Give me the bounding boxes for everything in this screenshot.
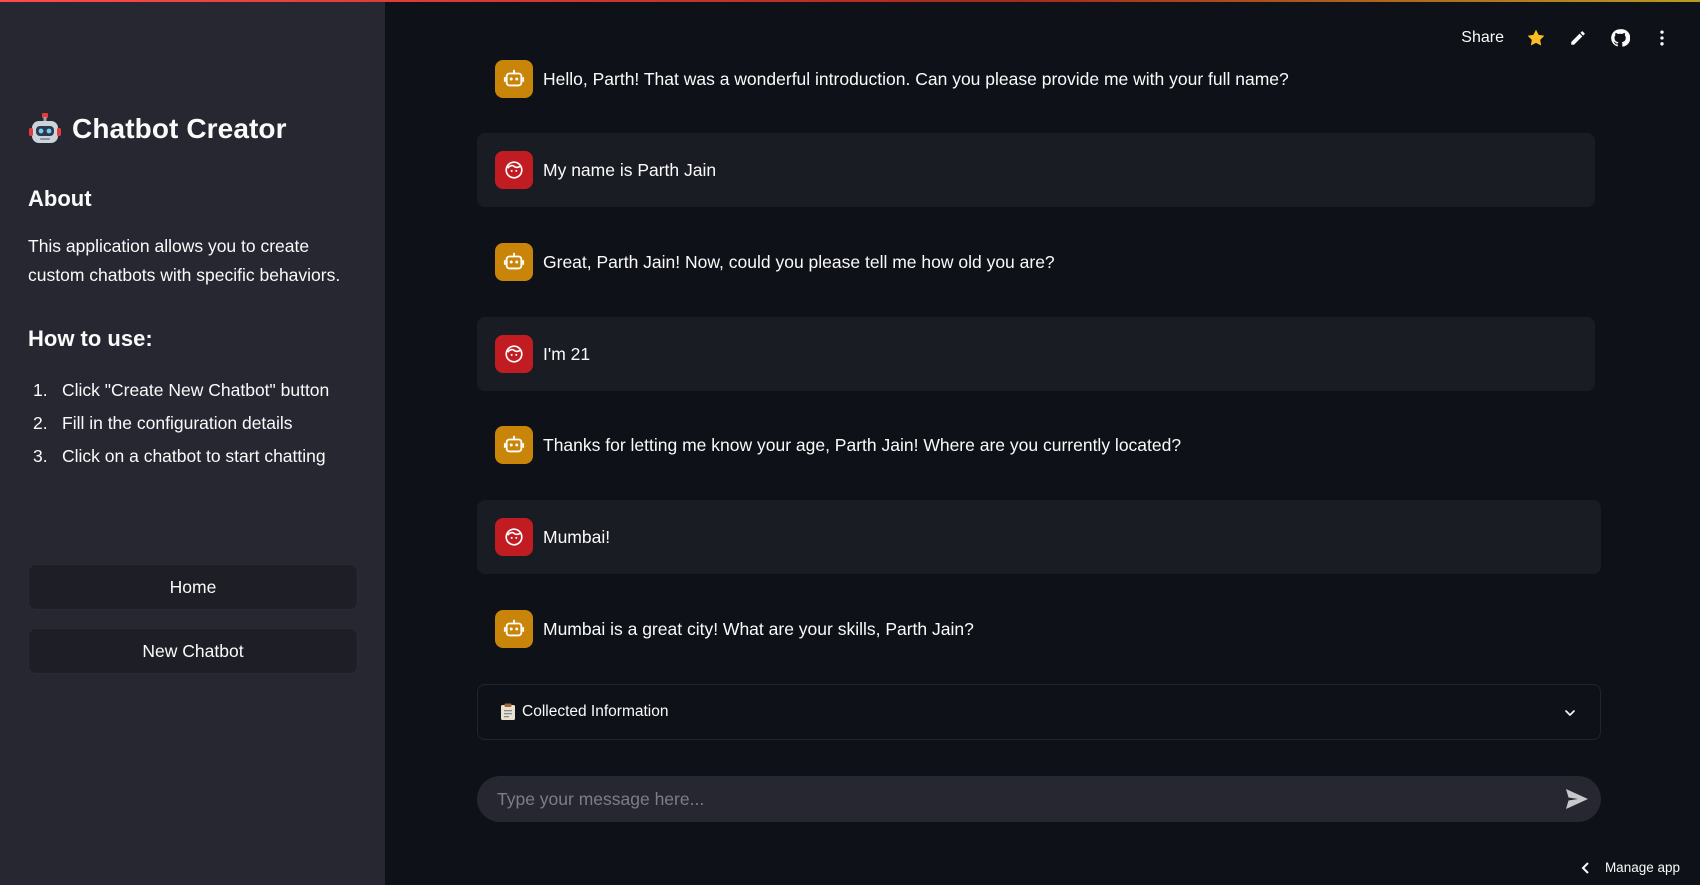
chat-message-user: Mumbai! <box>477 500 1601 574</box>
message-text: Hello, Parth! That was a wonderful intro… <box>543 68 1289 89</box>
list-item: 1. Click "Create New Chatbot" button <box>28 376 329 409</box>
chat-input-container <box>477 776 1601 822</box>
expander-label: Collected Information <box>522 703 669 720</box>
edit-icon[interactable] <box>1568 28 1588 48</box>
bot-avatar-icon <box>495 60 533 98</box>
star-icon[interactable] <box>1526 28 1546 48</box>
github-icon[interactable] <box>1610 28 1630 48</box>
chat-message-assistant: Mumbai is a great city! What are your sk… <box>477 609 974 649</box>
chat-input[interactable] <box>497 788 1537 810</box>
new-chatbot-button[interactable]: New Chatbot <box>28 628 358 674</box>
how-to-use-list: 1. Click "Create New Chatbot" button 2. … <box>28 376 329 475</box>
more-vert-icon[interactable] <box>1652 28 1672 48</box>
how-to-use-heading: How to use: <box>28 326 153 351</box>
collected-information-expander[interactable]: Collected Information <box>477 684 1601 740</box>
app-title: Chatbot Creator <box>28 112 287 146</box>
step-text: Click on a chatbot to start chatting <box>62 446 326 466</box>
user-avatar-icon <box>495 151 533 189</box>
header-toolbar: Share <box>1461 28 1672 48</box>
bot-avatar-icon <box>495 426 533 464</box>
step-number: 1. <box>33 380 48 400</box>
manage-app-button[interactable]: Manage app <box>1581 860 1680 875</box>
manage-app-label: Manage app <box>1604 860 1680 875</box>
message-text: I'm 21 <box>543 343 591 364</box>
robot-emoji-icon <box>29 113 61 143</box>
list-item: 3. Click on a chatbot to start chatting <box>28 442 329 475</box>
message-text: My name is Parth Jain <box>543 159 717 180</box>
about-heading: About <box>28 186 92 211</box>
chat-message-assistant: Thanks for letting me know your age, Par… <box>477 425 1181 465</box>
home-button[interactable]: Home <box>28 564 358 610</box>
message-text: Mumbai! <box>543 526 611 547</box>
chat-message-user: I'm 21 <box>477 317 1595 391</box>
sidebar: Chatbot Creator About This application a… <box>0 0 385 885</box>
step-text: Click "Create New Chatbot" button <box>62 380 330 400</box>
message-text: Great, Parth Jain! Now, could you please… <box>543 251 1055 272</box>
message-text: Mumbai is a great city! What are your sk… <box>543 618 974 639</box>
chevron-left-icon <box>1581 861 1589 874</box>
app-title-text: Chatbot Creator <box>72 113 287 144</box>
bot-avatar-icon <box>495 610 533 648</box>
bot-avatar-icon <box>495 243 533 281</box>
user-avatar-icon <box>495 518 533 556</box>
share-button[interactable]: Share <box>1461 29 1504 47</box>
send-icon[interactable] <box>1565 788 1589 815</box>
chat-message-user: My name is Parth Jain <box>477 133 1595 207</box>
message-text: Thanks for letting me know your age, Par… <box>543 434 1182 455</box>
chevron-down-icon <box>1565 710 1575 716</box>
step-number: 2. <box>33 413 48 433</box>
user-avatar-icon <box>495 335 533 373</box>
clipboard-icon <box>501 703 515 720</box>
about-text: This application allows you to create cu… <box>28 236 341 285</box>
step-number: 3. <box>33 446 48 466</box>
step-text: Fill in the configuration details <box>62 413 293 433</box>
chat-message-assistant: Hello, Parth! That was a wonderful intro… <box>477 59 1289 99</box>
top-decoration-bar <box>0 0 1700 2</box>
list-item: 2. Fill in the configuration details <box>28 409 329 442</box>
chat-message-assistant: Great, Parth Jain! Now, could you please… <box>477 242 1055 282</box>
